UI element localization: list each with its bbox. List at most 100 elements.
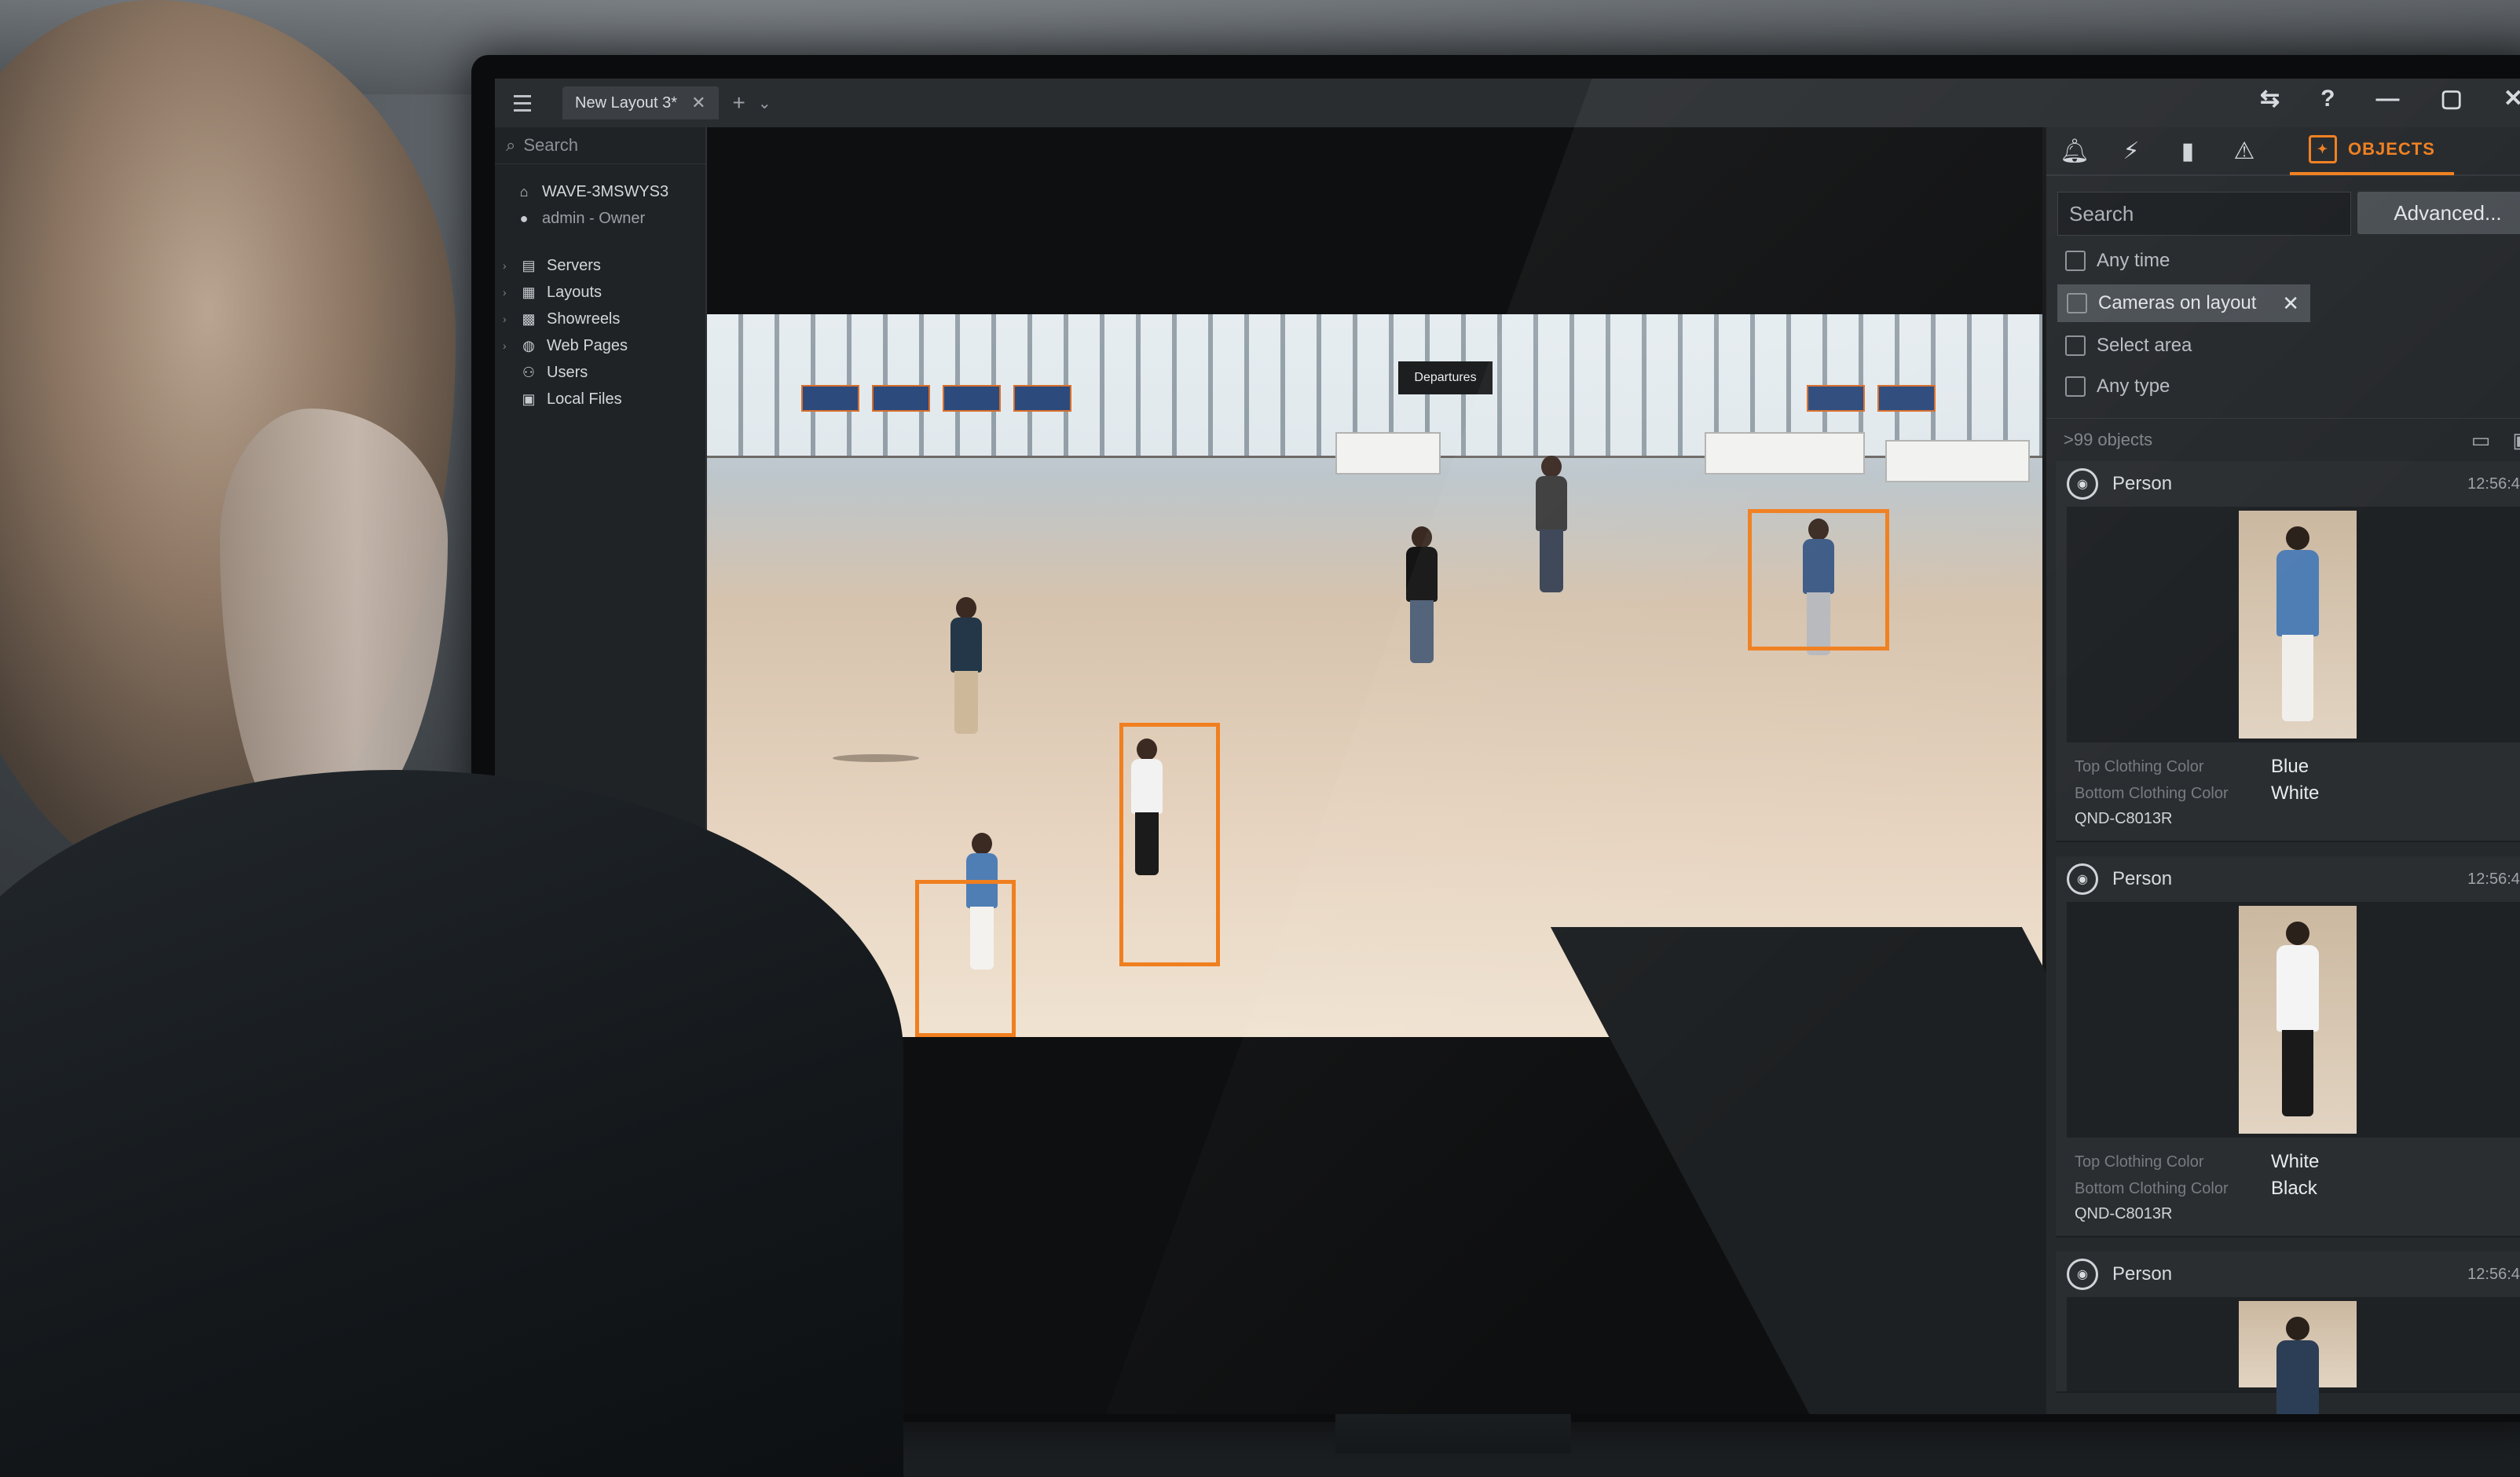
select-area-icon: [2065, 335, 2086, 356]
title-bar: New Layout 3* ✕ + ⌄ ⇆ ? — ▢ ✕: [495, 79, 2520, 127]
resource-search-placeholder: Search: [523, 135, 579, 155]
notifications-icon[interactable]: 🔔︎: [2046, 127, 2103, 174]
check-in-counter: [1335, 432, 1441, 475]
departures-sign: Departures: [1398, 361, 1493, 394]
person-icon: ◉: [2067, 468, 2098, 500]
flight-board: [943, 385, 1001, 412]
walker-person: [943, 597, 990, 738]
user-line: admin - Owner: [542, 209, 646, 227]
tab-close-icon[interactable]: ✕: [691, 93, 705, 113]
tree-users-label: Users: [547, 363, 588, 381]
filter-cameras[interactable]: Cameras on layout ✕: [2057, 284, 2310, 322]
flight-board: [1877, 385, 1936, 412]
camera-model: QND-C8013R: [2075, 810, 2173, 827]
expand-arrow-icon[interactable]: ›: [503, 259, 511, 272]
minimize-icon[interactable]: —: [2376, 86, 2400, 112]
detection-box[interactable]: [1748, 509, 1889, 651]
flight-board: [801, 385, 859, 412]
expand-arrow-icon[interactable]: ›: [503, 339, 511, 352]
filter-time[interactable]: Any time: [2046, 240, 2520, 281]
tab-objects[interactable]: ✦ OBJECTS: [2290, 126, 2454, 175]
expand-arrow-icon[interactable]: ›: [503, 313, 511, 325]
object-time: 12:56:42: [2467, 475, 2520, 493]
help-icon[interactable]: ?: [2320, 86, 2335, 112]
flight-board: [1807, 385, 1865, 412]
object-time: 12:56:42: [2467, 870, 2520, 888]
showreels-icon: ▩: [522, 310, 536, 327]
server-icon: ▤: [522, 257, 536, 273]
users-icon: ⚇: [522, 364, 536, 380]
local-files-icon: ▣: [522, 390, 536, 407]
list-view-icon[interactable]: ▭: [2471, 428, 2491, 453]
advanced-button[interactable]: Advanced...: [2357, 192, 2520, 234]
object-thumbnail[interactable]: [2239, 511, 2357, 738]
objects-tab-label: OBJECTS: [2348, 139, 2435, 159]
tree-showreels[interactable]: › ▩ Showreels: [503, 306, 705, 332]
walker-person: [1398, 526, 1445, 668]
tab-new-layout[interactable]: New Layout 3* ✕: [562, 86, 719, 119]
object-type: Person: [2112, 868, 2173, 889]
tab-label: New Layout 3*: [575, 93, 678, 112]
filter-type-label: Any type: [2097, 376, 2170, 397]
attr-key: Bottom Clothing Color: [2075, 1179, 2229, 1197]
resource-search[interactable]: ⌕ Search: [495, 127, 705, 164]
tree-layouts-label: Layouts: [547, 283, 603, 301]
person-icon: ◉: [2067, 1259, 2098, 1290]
filter-type[interactable]: Any type: [2046, 366, 2520, 407]
bookmarks-icon[interactable]: ▮: [2159, 127, 2216, 174]
attr-key: Top Clothing Color: [2075, 1153, 2204, 1171]
right-event-panel: 🔔︎ ⚡︎ ▮ ⚠︎ ✦ OBJECTS Search Advanced... …: [2046, 127, 2520, 1414]
attr-key: Top Clothing Color: [2075, 757, 2204, 775]
camera-model: QND-C8013R: [2075, 1205, 2173, 1222]
motion-icon[interactable]: ⚡︎: [2103, 127, 2159, 174]
tree-servers[interactable]: › ▤ Servers: [503, 252, 705, 279]
clear-filter-icon[interactable]: ✕: [2282, 291, 2299, 316]
tree-showreels-label: Showreels: [547, 310, 621, 328]
object-card[interactable]: ◉ Person 12:56:42 Top Clothing Color Whi…: [2056, 856, 2520, 1237]
layouts-icon: ▦: [522, 284, 536, 300]
tree-local-files[interactable]: ▣ Local Files: [515, 386, 705, 412]
object-thumbnail[interactable]: [2239, 906, 2357, 1134]
attr-value: White: [2271, 782, 2320, 804]
objects-search-input[interactable]: Search: [2057, 192, 2351, 236]
camera-icon: [2067, 293, 2087, 313]
object-card[interactable]: ◉ Person 12:56:42 Top Clothing Color Blu…: [2056, 461, 2520, 842]
check-in-counter: [1885, 440, 2030, 482]
search-icon: ⌕: [506, 135, 516, 155]
user-icon: ●: [519, 210, 529, 226]
object-time: 12:56:42: [2467, 1265, 2520, 1283]
sync-icon[interactable]: ⇆: [2260, 85, 2280, 112]
tree-web-pages[interactable]: › ◍ Web Pages: [503, 332, 705, 359]
detection-box[interactable]: [1119, 723, 1220, 966]
main-menu-button[interactable]: [506, 87, 539, 119]
expand-arrow-icon[interactable]: ›: [503, 286, 511, 299]
results-count: >99 objects: [2064, 430, 2153, 449]
object-thumbnail[interactable]: [2239, 1301, 2357, 1414]
add-tab-icon[interactable]: +: [733, 90, 745, 115]
object-type: Person: [2112, 473, 2173, 494]
tree-user[interactable]: ● admin - Owner: [515, 205, 705, 232]
objects-search-placeholder: Search: [2069, 201, 2134, 225]
filter-cameras-label: Cameras on layout: [2098, 292, 2257, 313]
person-icon: ◉: [2067, 863, 2098, 895]
flight-board: [1013, 385, 1071, 412]
operator-body: [0, 770, 903, 1477]
attr-value: White: [2271, 1151, 2320, 1172]
home-icon: ⌂: [519, 183, 529, 200]
filter-area[interactable]: Select area: [2046, 325, 2520, 366]
flight-board: [872, 385, 930, 412]
tile-view-icon[interactable]: ▣: [2512, 428, 2520, 453]
events-icon[interactable]: ⚠︎: [2216, 127, 2273, 174]
tree-users[interactable]: ⚇ Users: [515, 359, 705, 386]
tree-system[interactable]: ⌂ WAVE-3MSWYS3: [515, 178, 705, 205]
object-card[interactable]: ◉ Person 12:56:42: [2056, 1252, 2520, 1414]
walker-person: [1532, 456, 1571, 592]
filter-area-label: Select area: [2097, 335, 2192, 356]
maximize-icon[interactable]: ▢: [2441, 85, 2463, 112]
detection-box[interactable]: [915, 880, 1016, 1037]
tree-layouts[interactable]: › ▦ Layouts: [503, 279, 705, 306]
attr-key: Bottom Clothing Color: [2075, 784, 2229, 802]
tab-list-chevron-icon[interactable]: ⌄: [758, 93, 771, 113]
close-icon[interactable]: ✕: [2504, 85, 2520, 112]
tree-local-files-label: Local Files: [547, 390, 622, 408]
